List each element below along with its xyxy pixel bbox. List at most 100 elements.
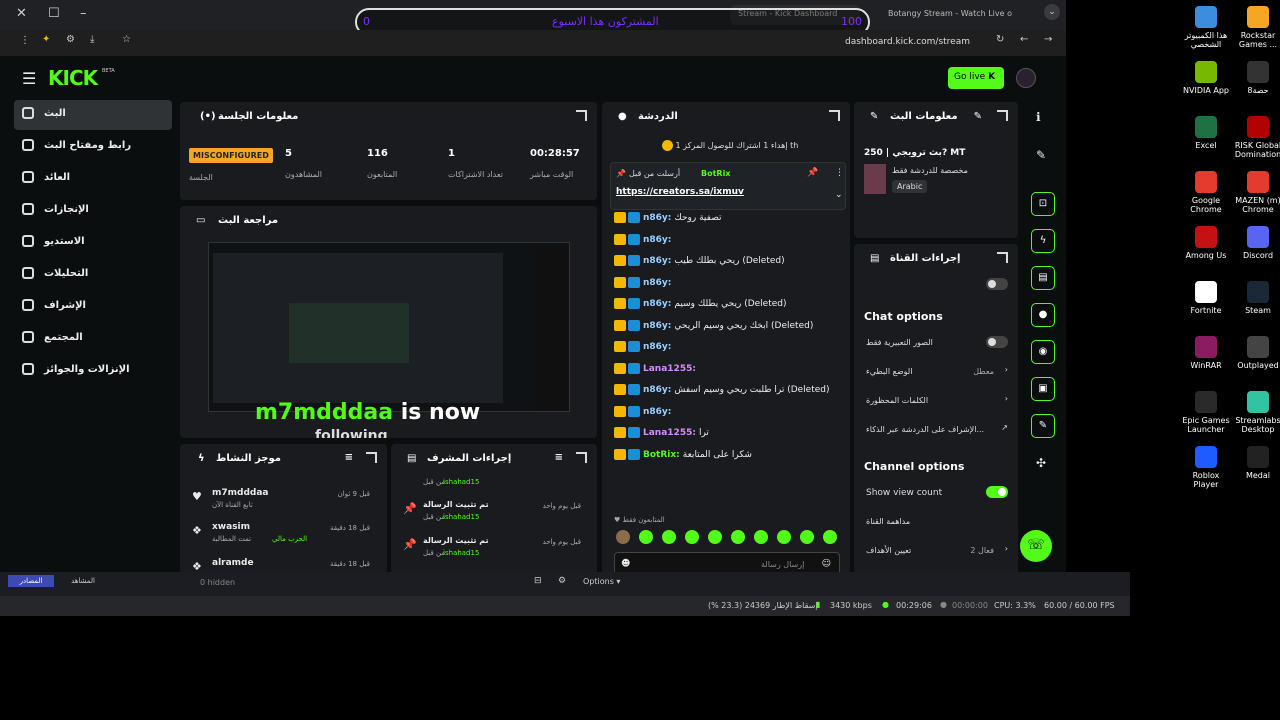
chat-username[interactable]: Lana1255:: [643, 428, 696, 438]
chat-username[interactable]: n86y:: [643, 342, 671, 352]
emote-icon[interactable]: [639, 530, 653, 544]
tab-list-icon[interactable]: ⌄: [1044, 4, 1060, 20]
option-row[interactable]: الكلمات المحظورة ›: [866, 394, 1008, 414]
expand-icon[interactable]: [997, 110, 1008, 121]
desktop-icon[interactable]: Discord: [1232, 226, 1280, 260]
broadcast-button[interactable]: ◉: [1031, 340, 1055, 364]
sidebar-item[interactable]: المجتمع: [14, 324, 172, 354]
chat-username[interactable]: n86y:: [643, 278, 671, 288]
notes-button[interactable]: ▤: [1031, 266, 1055, 290]
desktop-icon[interactable]: Among Us: [1180, 226, 1232, 260]
sidebar-item[interactable]: الإشراف: [14, 292, 172, 322]
emoji-icon[interactable]: ☻: [621, 559, 630, 569]
forward-icon[interactable]: →: [1044, 34, 1052, 45]
desktop-icon[interactable]: Excel: [1180, 116, 1232, 150]
chat-button[interactable]: ●: [1031, 303, 1055, 327]
support-button[interactable]: ☏: [1020, 530, 1052, 562]
option-row[interactable]: الإشراف على الدردشة عبر الذكاء... ↗: [866, 423, 1008, 443]
expand-icon[interactable]: [366, 452, 377, 463]
emote-icon[interactable]: [616, 530, 630, 544]
option-toggle[interactable]: [986, 486, 1008, 498]
expand-icon[interactable]: [829, 110, 840, 121]
chat-message[interactable]: n86y:: [614, 233, 674, 252]
emote-icon[interactable]: [754, 530, 768, 544]
chat-username[interactable]: n86y:: [643, 235, 671, 245]
avatar[interactable]: [1016, 68, 1036, 88]
star-icon[interactable]: ☆: [122, 34, 131, 45]
emote-icon[interactable]: [823, 530, 837, 544]
tab-botangy[interactable]: Botangy Stream - Watch Live o: [880, 5, 1030, 25]
community-icon[interactable]: ✣: [1036, 456, 1046, 470]
close-icon[interactable]: ✕: [16, 6, 27, 21]
desktop-icon[interactable]: Epic Games Launcher: [1180, 391, 1232, 434]
chevron-down-icon[interactable]: ⌄: [835, 190, 843, 200]
option-row[interactable]: تعيين الأهداف › فعال 2: [866, 544, 1008, 564]
desktop-icon[interactable]: Medal: [1232, 446, 1280, 480]
sidebar-item[interactable]: الإنجازات: [14, 196, 172, 226]
sidebar-item[interactable]: رابط ومفتاح البث: [14, 132, 172, 162]
settings-icon[interactable]: ⚙: [558, 576, 566, 586]
maximize-icon[interactable]: ☐: [48, 6, 60, 21]
chat-username[interactable]: Lana1255:: [643, 364, 696, 374]
sidebar-item[interactable]: الإنزالات والجوائز: [14, 356, 172, 386]
chat-message[interactable]: n86y:: [614, 341, 674, 359]
url-field[interactable]: dashboard.kick.com/stream: [845, 37, 970, 47]
chat-message[interactable]: n86y: تصفية روحك: [614, 212, 722, 230]
back-icon[interactable]: ←: [1020, 34, 1028, 45]
desktop-icon[interactable]: Streamlabs Desktop: [1232, 391, 1280, 434]
settings-icon[interactable]: ⚙: [66, 34, 75, 45]
desktop-icon[interactable]: Roblox Player: [1180, 446, 1232, 489]
chat-message[interactable]: n86y:: [614, 276, 674, 295]
chat-username[interactable]: n86y:: [643, 385, 671, 395]
menu-icon[interactable]: ⋮: [20, 35, 30, 46]
expand-icon[interactable]: [576, 452, 587, 463]
filter-icon[interactable]: ≡: [345, 452, 353, 463]
clip-button[interactable]: ⊡: [1031, 192, 1055, 216]
chat-username[interactable]: n86y:: [643, 299, 671, 309]
chat-username[interactable]: n86y:: [643, 256, 671, 266]
tools-button[interactable]: ✎: [1031, 414, 1055, 438]
go-live-button[interactable]: Go live K: [948, 67, 1004, 89]
unpin-icon[interactable]: 📌: [807, 168, 818, 178]
kick-logo[interactable]: KICK: [48, 66, 98, 90]
desktop-icon[interactable]: WinRAR: [1180, 336, 1232, 370]
minimize-icon[interactable]: –: [80, 6, 87, 21]
emote-icon[interactable]: [800, 530, 814, 544]
emote-icon[interactable]: [708, 530, 722, 544]
pencil-icon[interactable]: ✎: [1036, 148, 1046, 162]
hidden-option-toggle[interactable]: [986, 278, 1008, 290]
emote-icon[interactable]: [777, 530, 791, 544]
option-row[interactable]: الوضع البطيء › معطل: [866, 365, 1008, 385]
desktop-icon[interactable]: هذا الكمبيوتر الشخصي: [1180, 6, 1232, 49]
emote-icon[interactable]: [685, 530, 699, 544]
bolt-button[interactable]: ϟ: [1031, 229, 1055, 253]
sidebar-item[interactable]: الاستديو: [14, 228, 172, 258]
more-icon[interactable]: ⋮: [835, 168, 844, 178]
options-button[interactable]: Options ▾: [583, 577, 620, 586]
emote-icon[interactable]: [662, 530, 676, 544]
chat-message[interactable]: n86y: ريحي بطلك طيب (Deleted): [614, 255, 785, 273]
option-toggle[interactable]: [986, 336, 1008, 348]
option-row[interactable]: مداهمة القناة: [866, 515, 1008, 535]
desktop-icon[interactable]: 8حصة: [1232, 61, 1280, 95]
chat-message[interactable]: Lana1255:: [614, 362, 699, 381]
layout-icon[interactable]: ⊟: [534, 576, 542, 586]
download-icon[interactable]: ⤓: [90, 34, 94, 45]
extension-icon[interactable]: ✦: [42, 34, 50, 45]
pinned-link[interactable]: https://creators.sa/ixmuv: [616, 187, 744, 197]
chat-username[interactable]: BotRix:: [643, 450, 680, 460]
filter-icon[interactable]: ≡: [555, 452, 563, 463]
expand-icon[interactable]: [576, 110, 587, 121]
reload-icon[interactable]: ↻: [996, 34, 1004, 45]
chat-username[interactable]: n86y:: [643, 407, 671, 417]
desktop-icon[interactable]: MAZEN (m) Chrome: [1232, 171, 1280, 214]
sidebar-item[interactable]: التحليلات: [14, 260, 172, 290]
desktop-icon[interactable]: Steam: [1232, 281, 1280, 315]
desktop-icon[interactable]: RISK Global Domination: [1232, 116, 1280, 159]
desktop-icon[interactable]: Rockstar Games ...: [1232, 6, 1280, 49]
chat-message[interactable]: n86y: ابخك ريحي وسيم الريحي (Deleted): [614, 319, 813, 338]
sidebar-item[interactable]: العائد: [14, 164, 172, 194]
chat-message[interactable]: n86y: ترا طلبت ريحي وسيم اسفش (Deleted): [614, 384, 830, 402]
info-icon[interactable]: ℹ: [1036, 110, 1041, 124]
sidebar-item[interactable]: البث: [14, 100, 172, 130]
